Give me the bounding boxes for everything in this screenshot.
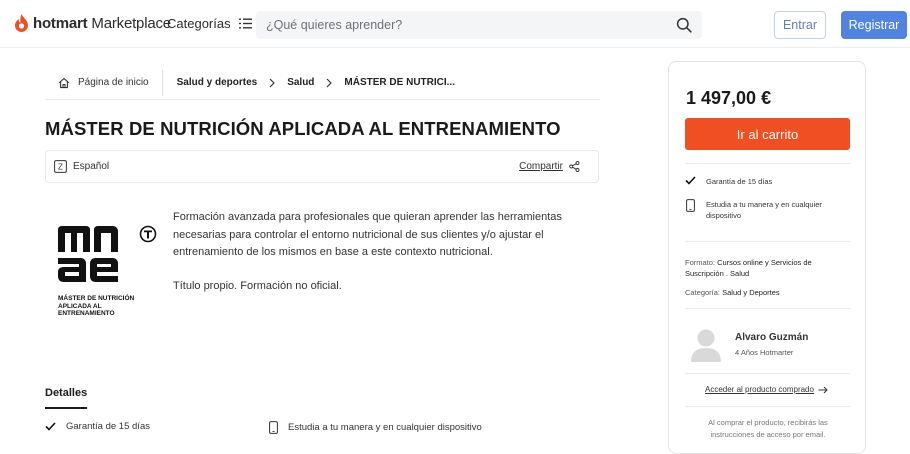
author-name: Alvaro Guzmán xyxy=(735,331,809,343)
breadcrumb-home[interactable]: Página de inicio xyxy=(45,69,163,96)
format-label: Formato: xyxy=(685,258,718,267)
details-device: Estudia a tu manera y en cualquier dispo… xyxy=(269,421,482,434)
product-description: Formación avanzada para profesionales qu… xyxy=(173,209,568,295)
card-feature-device: Estudia a tu manera y en cualquier dispo… xyxy=(685,199,835,221)
login-button[interactable]: Entrar xyxy=(774,11,826,39)
breadcrumb-item-salud-y-deportes[interactable]: Salud y deportes xyxy=(177,77,258,88)
divider xyxy=(685,406,850,407)
hotmart-logo[interactable]: hotmart Marketplace xyxy=(14,14,171,32)
card-feature-device-label: Estudia a tu manera y en cualquier dispo… xyxy=(706,200,822,220)
tab-detalles[interactable]: Detalles xyxy=(45,387,87,399)
details-guarantee-label: Garantía de 15 días xyxy=(66,421,150,432)
product-price: 1 497,00 € xyxy=(686,88,772,108)
search-icon[interactable] xyxy=(676,17,692,33)
chevron-right-icon xyxy=(269,78,276,87)
breadcrumb: Página de inicio Salud y deportes Salud … xyxy=(45,66,600,100)
access-note: Al comprar el producto, recibirás las in… xyxy=(708,418,828,439)
logo-suffix: Marketplace xyxy=(87,14,171,32)
breadcrumb-item-current: MÁSTER DE NUTRICI... xyxy=(344,77,455,88)
home-icon xyxy=(58,77,70,88)
go-to-cart-button[interactable]: Ir al carrito xyxy=(685,118,850,150)
top-header: hotmart Marketplace Categorías Entrar Re… xyxy=(0,0,910,48)
share-link[interactable]: Compartir xyxy=(519,161,580,172)
card-feature-guarantee-label: Garantía de 15 días xyxy=(706,177,773,186)
category-label: Categoría: xyxy=(685,288,723,297)
language-icon: Z xyxy=(54,160,67,173)
svg-text:Z: Z xyxy=(58,163,63,172)
check-icon xyxy=(45,422,56,431)
breadcrumb-item-salud[interactable]: Salud xyxy=(287,77,314,88)
divider xyxy=(685,308,850,309)
register-button[interactable]: Registrar xyxy=(841,11,907,39)
mobile-icon xyxy=(269,421,278,434)
mobile-icon xyxy=(686,199,695,212)
arrow-right-icon xyxy=(818,386,828,393)
description-note: Título propio. Formación no oficial. xyxy=(173,279,342,292)
categories-menu[interactable]: Categorías xyxy=(167,16,252,31)
list-icon xyxy=(238,18,252,29)
hotmart-logo-icon xyxy=(15,14,28,32)
search-bar xyxy=(256,11,702,39)
tab-active-indicator xyxy=(45,407,87,409)
logo-brand: hotmart xyxy=(33,14,88,32)
author-tenure: 4 Años Hotmarter xyxy=(735,347,794,357)
categories-label: Categorías xyxy=(167,16,231,31)
check-icon xyxy=(685,176,696,185)
product-category: Categoría: Salud y Deportes xyxy=(685,287,845,298)
divider xyxy=(685,163,850,164)
language-label: Español xyxy=(73,161,110,172)
author-info[interactable]: Alvaro Guzmán 4 Años Hotmarter xyxy=(689,326,808,362)
share-label: Compartir xyxy=(519,161,563,172)
purchase-card: 1 497,00 € Ir al carrito Garantía de 15 … xyxy=(668,61,866,454)
access-purchased-product-link[interactable]: Acceder al producto comprado xyxy=(705,385,828,394)
avatar-icon xyxy=(691,329,721,362)
product-title: MÁSTER DE NUTRICIÓN APLICADA AL ENTRENAM… xyxy=(45,118,561,139)
divider xyxy=(685,373,850,374)
language-share-bar: Z Español Compartir xyxy=(45,150,599,183)
product-format: Formato: Cursos online y Servicios de Su… xyxy=(685,257,845,279)
card-feature-guarantee: Garantía de 15 días xyxy=(685,176,772,187)
course-logo-caption: MÁSTER DE NUTRICIÓN APLICADA AL ENTRENAM… xyxy=(58,295,135,317)
search-input[interactable] xyxy=(256,18,666,32)
share-icon xyxy=(569,161,580,172)
description-paragraph: Formación avanzada para profesionales qu… xyxy=(173,211,562,259)
category-value: Salud y Deportes xyxy=(722,288,780,297)
divider xyxy=(685,241,850,242)
details-device-label: Estudia a tu manera y en cualquier dispo… xyxy=(288,422,482,433)
access-link-label: Acceder al producto comprado xyxy=(705,385,814,394)
language-indicator: Z Español xyxy=(54,160,109,173)
breadcrumb-home-label: Página de inicio xyxy=(78,77,149,88)
chevron-right-icon xyxy=(326,78,333,87)
details-guarantee: Garantía de 15 días xyxy=(45,421,150,432)
